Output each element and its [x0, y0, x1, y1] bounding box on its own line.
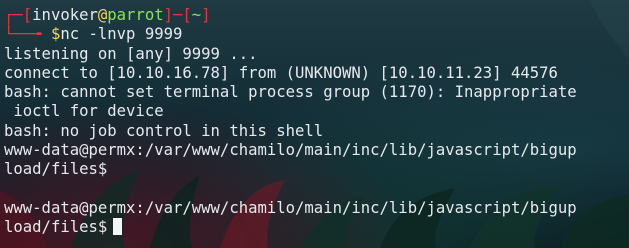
prompt-frame-bottom: └──╼: [4, 25, 51, 44]
output-line: listening on [any] 9999 ...: [4, 44, 258, 63]
command-line: └──╼ $nc -lnvp 9999: [4, 25, 625, 44]
terminal-content: ┌─[invoker@parrot]─[~] └──╼ $nc -lnvp 99…: [4, 6, 625, 238]
output-line: connect to [10.10.16.78] from (UNKNOWN) …: [4, 63, 558, 82]
prompt-at: @: [97, 6, 108, 24]
prompt-frame-top: ┌─[: [4, 6, 33, 24]
output-line: load/files$: [4, 218, 108, 237]
prompt-user: invoker: [32, 6, 98, 24]
output-line: bash: cannot set terminal process group …: [4, 83, 577, 102]
prompt-separator: ]─[: [163, 6, 192, 24]
prompt-header-line: ┌─[invoker@parrot]─[~]: [4, 6, 625, 25]
command-text: nc -lnvp 9999: [60, 25, 183, 44]
prompt-dir: ~: [191, 6, 202, 24]
prompt-frame-close: ]: [201, 6, 211, 24]
active-input-line[interactable]: load/files$: [4, 218, 625, 237]
output-line: www-data@permx:/var/www/chamilo/main/inc…: [4, 198, 577, 217]
terminal-window[interactable]: ┌─[invoker@parrot]─[~] └──╼ $nc -lnvp 99…: [0, 0, 629, 248]
output-line: load/files$: [4, 160, 108, 179]
output-line: www-data@permx:/var/www/chamilo/main/inc…: [4, 141, 577, 160]
terminal-cursor: [113, 218, 123, 236]
prompt-host: parrot: [107, 6, 164, 24]
prompt-symbol: $: [50, 25, 61, 44]
output-line: ioctl for device: [4, 102, 164, 121]
output-line: bash: no job control in this shell: [4, 121, 324, 140]
